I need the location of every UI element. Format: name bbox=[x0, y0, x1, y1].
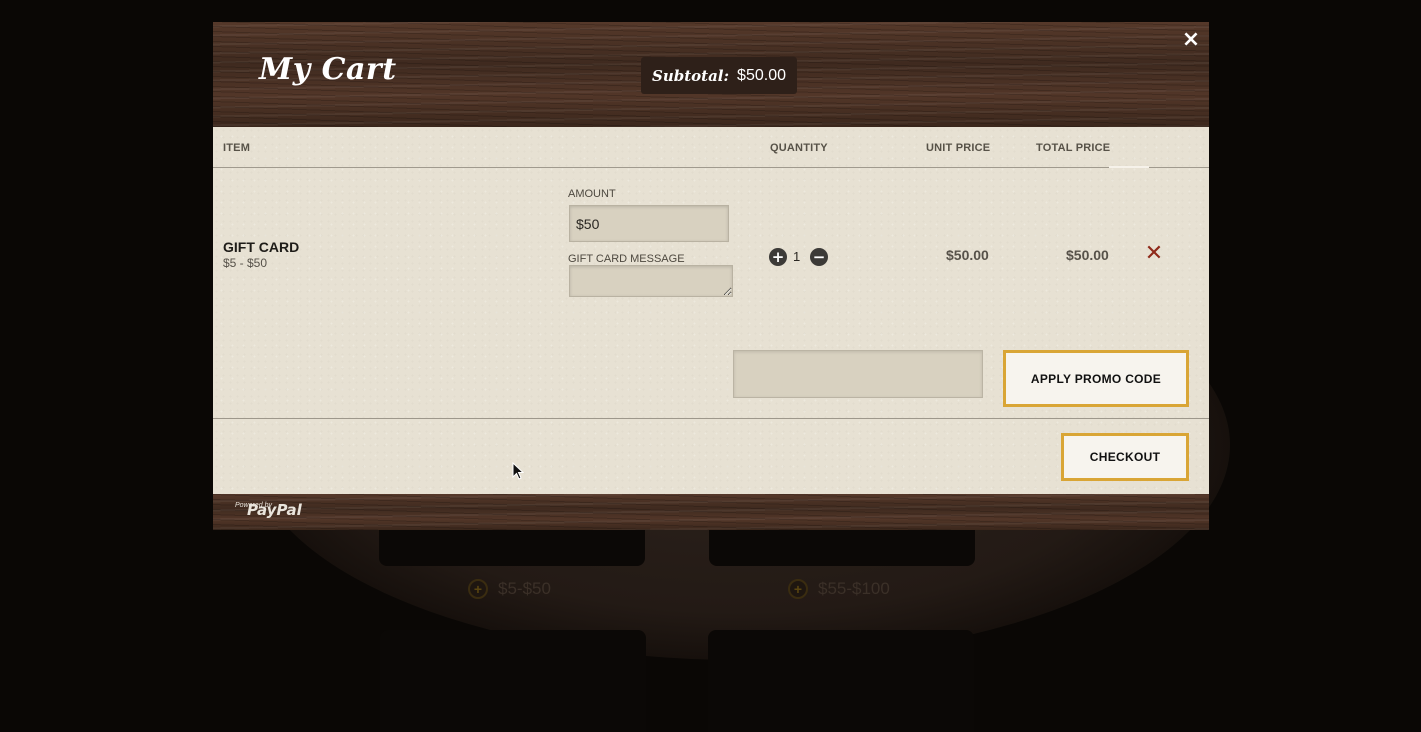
cart-column-headers: ITEM QUANTITY UNIT PRICE TOTAL PRICE bbox=[213, 127, 1209, 168]
subtotal-value: $50.00 bbox=[737, 66, 786, 84]
quantity-increase-icon[interactable]: + bbox=[769, 248, 787, 266]
cart-title: My Cart bbox=[259, 52, 397, 87]
promo-code-input[interactable] bbox=[733, 350, 983, 398]
amount-input[interactable] bbox=[569, 205, 729, 242]
column-header-total-price: TOTAL PRICE bbox=[1036, 142, 1111, 154]
apply-promo-code-button[interactable]: APPLY PROMO CODE bbox=[1003, 350, 1189, 407]
column-header-quantity: QUANTITY bbox=[770, 142, 828, 154]
subtotal-badge: Subtotal: $50.00 bbox=[641, 57, 797, 94]
mouse-cursor-icon bbox=[512, 462, 524, 480]
bg-price-right: + $55-$100 bbox=[788, 579, 890, 599]
paypal-badge: Powered by PayPal bbox=[235, 501, 302, 519]
cart-header: My Cart Subtotal: $50.00 × bbox=[213, 22, 1209, 127]
column-header-unit-price: UNIT PRICE bbox=[926, 142, 991, 154]
gift-card-message-label: GIFT CARD MESSAGE bbox=[568, 253, 685, 265]
bg-price-label: $5-$50 bbox=[498, 579, 551, 598]
subtotal-label: Subtotal: bbox=[652, 66, 730, 85]
bg-lower-card-right bbox=[708, 630, 974, 732]
total-price: $50.00 bbox=[1066, 247, 1109, 263]
paypal-logo: PayPal bbox=[246, 501, 302, 519]
cart-modal: My Cart Subtotal: $50.00 × ITEM QUANTITY… bbox=[213, 22, 1209, 530]
unit-price: $50.00 bbox=[946, 247, 989, 263]
bg-lower-card-left bbox=[380, 630, 646, 732]
quantity-value: 1 bbox=[793, 249, 801, 264]
plus-circle-icon: + bbox=[468, 579, 488, 599]
column-header-item: ITEM bbox=[223, 142, 251, 154]
bg-price-label: $55-$100 bbox=[818, 579, 890, 598]
remove-item-icon[interactable]: ✕ bbox=[1144, 242, 1164, 266]
close-icon[interactable]: × bbox=[1173, 28, 1209, 52]
gift-card-message-input[interactable] bbox=[569, 265, 733, 297]
item-name: GIFT CARD bbox=[223, 239, 300, 255]
bg-price-left: + $5-$50 bbox=[468, 579, 551, 599]
cart-body: ITEM QUANTITY UNIT PRICE TOTAL PRICE GIF… bbox=[213, 127, 1209, 494]
plus-circle-icon: + bbox=[788, 579, 808, 599]
column-header-accent bbox=[1109, 166, 1149, 168]
cart-footer: Powered by PayPal bbox=[213, 494, 1209, 530]
checkout-button[interactable]: CHECKOUT bbox=[1061, 433, 1189, 481]
quantity-decrease-icon[interactable]: − bbox=[810, 248, 828, 266]
amount-label: AMOUNT bbox=[568, 188, 616, 200]
divider bbox=[213, 418, 1209, 419]
item-price-range: $5 - $50 bbox=[223, 256, 268, 270]
